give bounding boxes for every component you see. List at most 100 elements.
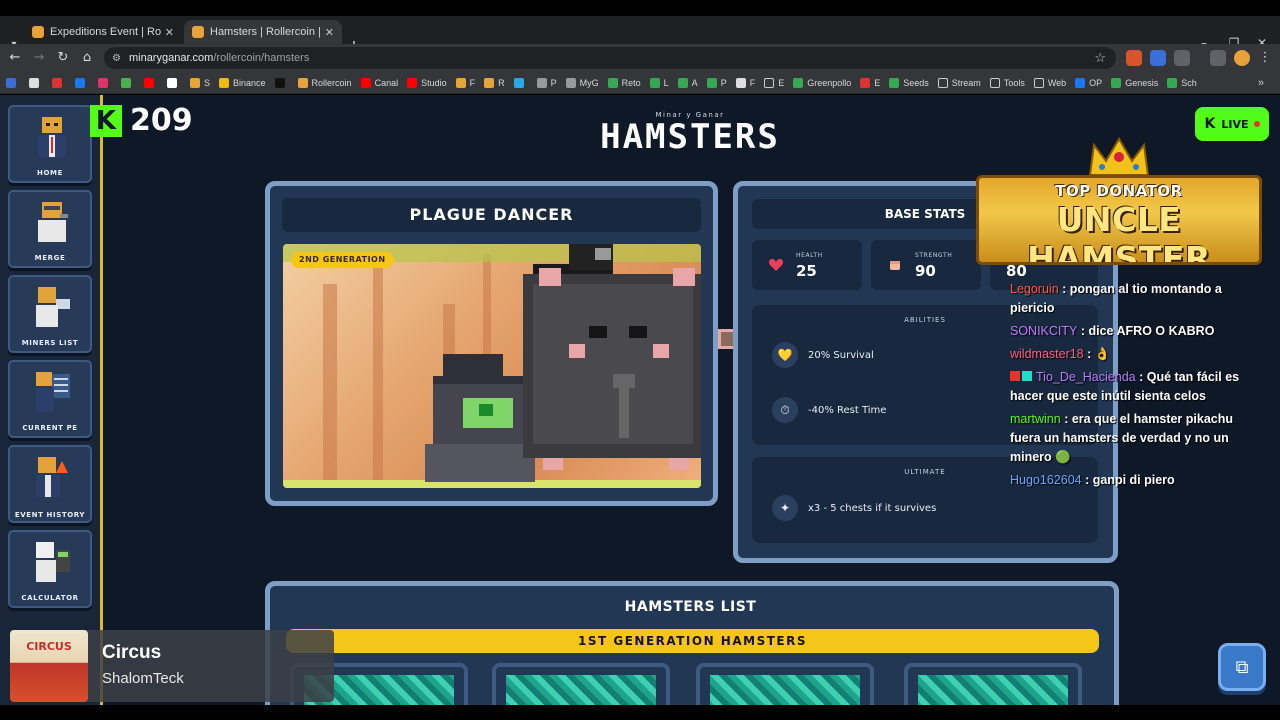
chat-username: SONIKCITY xyxy=(1010,324,1078,338)
bookmark-icon-only[interactable] xyxy=(52,77,66,88)
hamster-avatar-icon xyxy=(38,117,66,157)
close-tab-icon[interactable]: ✕ xyxy=(165,26,174,39)
bookmark-item[interactable]: OP xyxy=(1075,77,1102,88)
hamster-fire-icon xyxy=(36,457,68,497)
site-info-icon[interactable]: ⚙ xyxy=(112,53,121,64)
stat-strength: STRENGTH 90 xyxy=(871,240,981,290)
chat-username: Tio_De_Hacienda xyxy=(1036,370,1136,384)
browser-toolbar: ← → ↻ ⌂ ⚙ minaryganar.com/rollercoin/ham… xyxy=(0,44,1280,72)
bookmark-icon-only[interactable] xyxy=(144,77,158,88)
sidebar-item-label: MINERS LIST xyxy=(21,339,79,347)
bookmark-icon-only[interactable] xyxy=(513,77,528,88)
bookmark-star-icon[interactable]: ☆ xyxy=(1094,50,1106,66)
extension-fox-icon[interactable] xyxy=(1126,50,1142,66)
bookmark-item[interactable]: P xyxy=(706,77,727,88)
sidebar-item-home[interactable]: HOME xyxy=(8,105,92,183)
bookmark-item[interactable]: Greenpollo xyxy=(793,77,851,88)
back-icon[interactable]: ← xyxy=(6,49,24,67)
generation-badge: 2ND GENERATION xyxy=(291,252,394,268)
ticket-icon: ⧉ xyxy=(1235,656,1249,678)
bookmark-item[interactable]: F xyxy=(735,77,755,88)
sidebar-item-label: CURRENT PE xyxy=(22,424,78,432)
bookmark-item[interactable]: Sch xyxy=(1167,77,1197,88)
tab-expeditions[interactable]: Expeditions Event | RollerCoin ✕ xyxy=(24,20,182,44)
bookmark-item[interactable]: Genesis xyxy=(1111,77,1158,88)
page-title: HAMSTERS xyxy=(600,117,780,157)
bookmark-icon-only[interactable] xyxy=(167,77,181,88)
bookmark-folder[interactable]: Stream xyxy=(937,77,981,88)
screen: ▾ Expeditions Event | RollerCoin ✕ Hamst… xyxy=(0,0,1280,720)
bookmark-item[interactable]: Seeds xyxy=(889,77,929,88)
chat-text: : xyxy=(1083,347,1095,361)
chat-message: Hugo162604 : ganpi di piero xyxy=(1010,471,1260,490)
tab-hamsters[interactable]: Hamsters | Rollercoin | Minar y ✕ xyxy=(184,20,342,44)
bookmark-folder[interactable]: Web xyxy=(1033,77,1066,88)
hamster-thumb xyxy=(918,675,1068,705)
bookmark-icon-only[interactable] xyxy=(6,77,20,88)
bookmark-item[interactable]: MyG xyxy=(565,77,599,88)
bookmark-icon-only[interactable] xyxy=(98,77,112,88)
sidebar-item-merge[interactable]: MERGE xyxy=(8,190,92,268)
home-icon[interactable]: ⌂ xyxy=(78,49,96,67)
bookmarks-more-icon[interactable]: » xyxy=(1258,77,1264,89)
hamster-list-card[interactable] xyxy=(492,663,670,705)
ability-text: 20% Survival xyxy=(808,349,874,361)
hamster-list-card[interactable] xyxy=(904,663,1082,705)
bookmark-item[interactable]: R xyxy=(484,77,505,88)
bookmark-item[interactable]: Binance xyxy=(219,77,266,88)
clock-icon: ⏱ xyxy=(772,397,798,423)
sidebar-item-current-pe[interactable]: CURRENT PE xyxy=(8,360,92,438)
chat-username: martwinn xyxy=(1010,412,1061,426)
bookmark-item[interactable]: Reto xyxy=(607,77,641,88)
ticket-button[interactable]: ⧉ xyxy=(1218,643,1266,691)
sidebar-item-calculator[interactable]: CALCULATOR xyxy=(8,530,92,608)
download-icon[interactable] xyxy=(1210,50,1226,66)
bookmark-item[interactable]: A xyxy=(677,77,698,88)
extensions-puzzle-icon[interactable] xyxy=(1174,50,1190,66)
chat-message: SONIKCITY : dice AFRO O KABRO xyxy=(1010,322,1260,341)
letterbox-bottom xyxy=(0,705,1280,720)
hamster-list-card[interactable] xyxy=(696,663,874,705)
bookmark-folder[interactable]: Tools xyxy=(989,77,1025,88)
bookmark-icon-only[interactable] xyxy=(29,77,43,88)
bookmark-icon-only[interactable] xyxy=(274,77,289,88)
sidebar: HOME MERGE MINERS LIST CURRENT PE EVENT … xyxy=(0,95,103,705)
menu-dots-icon[interactable]: ⋮ xyxy=(1256,49,1274,67)
bookmark-item[interactable]: P xyxy=(536,77,557,88)
ultimate-item: ✦ x3 - 5 chests if it survives xyxy=(772,495,936,521)
sidebar-item-event-history[interactable]: EVENT HISTORY xyxy=(8,445,92,523)
stat-label: HEALTH xyxy=(796,252,823,259)
bookmark-item[interactable]: E xyxy=(860,77,880,88)
url-path: /rollercoin/hamsters xyxy=(213,52,310,64)
bookmark-item[interactable]: Rollercoin xyxy=(297,77,352,88)
profile-avatar[interactable] xyxy=(1234,50,1250,66)
extension-shield-icon[interactable] xyxy=(1150,50,1166,66)
kick-logo-icon: K xyxy=(1204,116,1216,132)
heart-icon: 💛 xyxy=(772,342,798,368)
bookmark-icon-only[interactable] xyxy=(121,77,135,88)
hamster-thumb xyxy=(710,675,860,705)
tab-title: Hamsters | Rollercoin | Minar y xyxy=(210,26,321,38)
stat-label: STRENGTH xyxy=(915,252,953,259)
chat-message: Tio_De_Hacienda : Qué tan fácil es hacer… xyxy=(1010,368,1260,406)
now-playing-overlay: CIRCUS Circus ShalomTeck xyxy=(10,630,334,702)
address-bar[interactable]: ⚙ minaryganar.com/rollercoin/hamsters ☆ xyxy=(104,47,1116,69)
bookmark-icon-only[interactable] xyxy=(75,77,89,88)
bookmark-item[interactable]: Studio xyxy=(407,77,447,88)
forward-icon[interactable]: → xyxy=(30,49,48,67)
sidebar-item-miners-list[interactable]: MINERS LIST xyxy=(8,275,92,353)
track-title: Circus xyxy=(102,642,162,663)
chat-username: wildmaster18 xyxy=(1010,347,1084,361)
reload-icon[interactable]: ↻ xyxy=(54,49,72,67)
close-tab-icon[interactable]: ✕ xyxy=(325,26,334,39)
live-label: LIVE xyxy=(1221,117,1249,131)
live-button[interactable]: K LIVE xyxy=(1195,107,1269,141)
sidebar-item-label: EVENT HISTORY xyxy=(14,511,86,519)
bookmark-folder[interactable]: E xyxy=(764,77,784,88)
bookmark-item[interactable]: S xyxy=(190,77,210,88)
hamsters-list-title: HAMSTERS LIST xyxy=(624,599,757,615)
bookmark-item[interactable]: L xyxy=(649,77,669,88)
bookmark-item[interactable]: F xyxy=(455,77,475,88)
bookmark-item[interactable]: Canal xyxy=(360,77,398,88)
hamster-list-icon xyxy=(36,287,70,327)
